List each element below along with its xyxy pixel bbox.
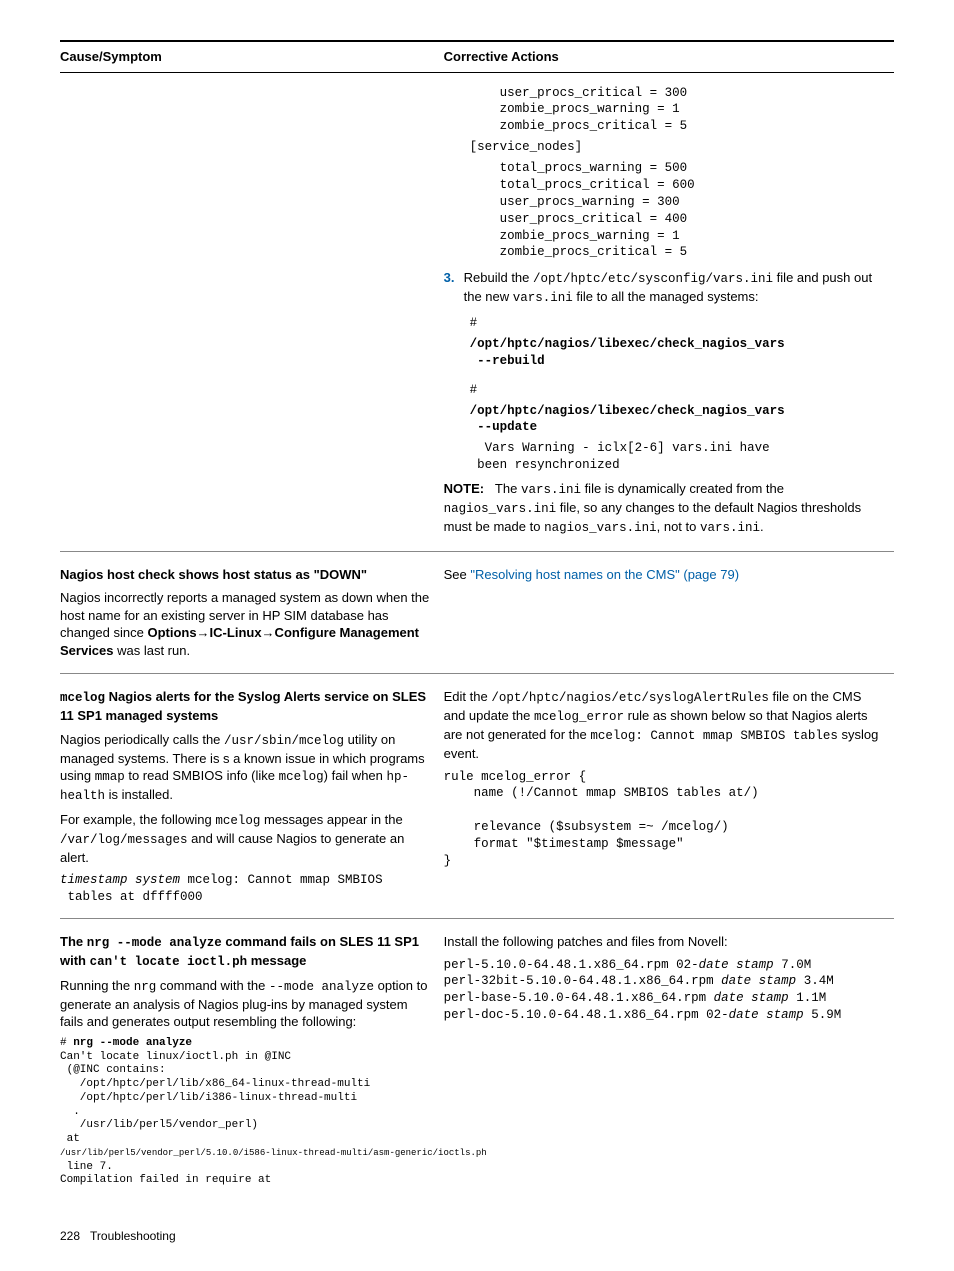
pkg: perl-base-5.10.0-64.48.1.x86_64.rpm: [444, 991, 714, 1005]
text: Edit the: [444, 689, 492, 704]
pkg: perl-doc-5.10.0-64.48.1.x86_64.rpm 02-: [444, 1008, 729, 1022]
text: The: [495, 481, 521, 496]
text: was last run.: [114, 643, 191, 658]
text: See: [444, 567, 471, 582]
text: Nagios periodically calls the: [60, 732, 224, 747]
option: --mode analyze: [269, 980, 374, 994]
config-block: total_procs_warning = 500 total_procs_cr…: [444, 160, 884, 261]
command: /opt/hptc/nagios/libexec/check_nagios_va…: [470, 403, 884, 437]
table-row: The nrg --mode analyze command fails on …: [60, 919, 894, 1198]
output: Vars Warning - iclx[2-6] vars.ini have b…: [470, 440, 884, 474]
step-3: 3. Rebuild the /opt/hptc/etc/sysconfig/v…: [444, 269, 884, 307]
term: mmap: [95, 770, 125, 784]
term: mcelog: [279, 770, 324, 784]
text: .: [760, 519, 764, 534]
placeholder: date stamp: [729, 1008, 804, 1022]
text: The: [60, 934, 87, 949]
placeholder: date stamp: [714, 991, 789, 1005]
section-name: Troubleshooting: [90, 1229, 176, 1243]
symptom-title: mcelog Nagios alerts for the Syslog Aler…: [60, 688, 434, 724]
text: ) fail when: [324, 768, 387, 783]
term: mcelog: [215, 814, 260, 828]
text: Nagios alerts for the Syslog Alerts serv…: [60, 689, 426, 723]
placeholder: date stamp: [699, 958, 774, 972]
page-content: Cause/Symptom Corrective Actions user_pr…: [60, 40, 894, 1244]
prompt: #: [470, 382, 884, 399]
note-label: NOTE:: [444, 481, 484, 496]
size: 5.9M: [804, 1008, 842, 1022]
table-row: user_procs_critical = 300 zombie_procs_w…: [60, 72, 894, 551]
filename: nagios_vars.ini: [544, 521, 657, 535]
placeholder: timestamp system: [60, 873, 180, 887]
package-list: perl-5.10.0-64.48.1.x86_64.rpm 02-date s…: [444, 957, 884, 1025]
table-row: mcelog Nagios alerts for the Syslog Aler…: [60, 674, 894, 919]
text: message: [247, 953, 306, 968]
filename: nagios_vars.ini: [444, 502, 557, 516]
command: nrg --mode analyze: [87, 936, 222, 950]
page-number: 228: [60, 1229, 80, 1243]
path: /usr/sbin/mcelog: [224, 734, 344, 748]
command: /opt/hptc/nagios/libexec/check_nagios_va…: [470, 336, 884, 370]
symptom-text: Running the nrg command with the --mode …: [60, 977, 434, 1031]
rule-block: rule mcelog_error { name (!/Cannot mmap …: [444, 769, 884, 870]
symptom-text: For example, the following mcelog messag…: [60, 811, 434, 866]
command-block: # /opt/hptc/nagios/libexec/check_nagios_…: [444, 382, 884, 474]
text: command with the: [156, 978, 269, 993]
config-block: user_procs_critical = 300 zombie_procs_w…: [444, 85, 884, 136]
command-block: # /opt/hptc/nagios/libexec/check_nagios_…: [444, 315, 884, 370]
text: is installed.: [105, 787, 173, 802]
text: , not to: [657, 519, 700, 534]
troubleshooting-table: Cause/Symptom Corrective Actions user_pr…: [60, 40, 894, 1198]
size: 1.1M: [789, 991, 827, 1005]
filename: vars.ini: [521, 483, 581, 497]
action-text: Install the following patches and files …: [444, 933, 884, 951]
size: 7.0M: [774, 958, 812, 972]
terminal-output: # nrg --mode analyze Can't locate linux/…: [60, 1037, 434, 1188]
filename: vars.ini: [700, 521, 760, 535]
text: file to all the managed systems:: [573, 289, 759, 304]
step-number: 3.: [444, 269, 464, 307]
symptom-title: Nagios host check shows host status as "…: [60, 566, 434, 584]
table-row: Nagios host check shows host status as "…: [60, 551, 894, 674]
page-footer: 228 Troubleshooting: [60, 1228, 894, 1244]
prompt: #: [470, 315, 884, 332]
text: file is dynamically created from the: [581, 481, 784, 496]
symptom-text: Nagios periodically calls the /usr/sbin/…: [60, 731, 434, 805]
text: For example, the following: [60, 812, 215, 827]
command: nrg: [134, 980, 157, 994]
path: /var/log/messages: [60, 833, 188, 847]
pkg: perl-32bit-5.10.0-64.48.1.x86_64.rpm: [444, 974, 722, 988]
col-cause: Cause/Symptom: [60, 41, 444, 72]
command-name: mcelog: [60, 691, 105, 705]
symptom-title: The nrg --mode analyze command fails on …: [60, 933, 434, 971]
size: 3.4M: [796, 974, 834, 988]
placeholder: date stamp: [721, 974, 796, 988]
text: messages appear in the: [260, 812, 402, 827]
rule-name: mcelog_error: [534, 710, 624, 724]
pkg: perl-5.10.0-64.48.1.x86_64.rpm 02-: [444, 958, 699, 972]
path: /opt/hptc/etc/sysconfig/vars.ini: [533, 272, 773, 286]
message: mcelog: Cannot mmap SMBIOS tables: [590, 729, 838, 743]
filename: vars.ini: [513, 291, 573, 305]
note: NOTE: The vars.ini file is dynamically c…: [444, 480, 884, 537]
text: to read SMBIOS info (like: [125, 768, 279, 783]
text: Running the: [60, 978, 134, 993]
log-message: timestamp system mcelog: Cannot mmap SMB…: [60, 872, 434, 906]
config-section: [service_nodes]: [444, 139, 884, 156]
text: Rebuild the: [464, 270, 533, 285]
action-text: See "Resolving host names on the CMS" (p…: [444, 566, 884, 584]
cross-reference-link[interactable]: "Resolving host names on the CMS" (page …: [470, 567, 739, 582]
action-text: Edit the /opt/hptc/nagios/etc/syslogAler…: [444, 688, 884, 762]
col-actions: Corrective Actions: [444, 41, 894, 72]
symptom-text: Nagios incorrectly reports a managed sys…: [60, 589, 434, 659]
path: /opt/hptc/nagios/etc/syslogAlertRules: [491, 691, 769, 705]
error-msg: can't locate ioctl.ph: [90, 955, 248, 969]
